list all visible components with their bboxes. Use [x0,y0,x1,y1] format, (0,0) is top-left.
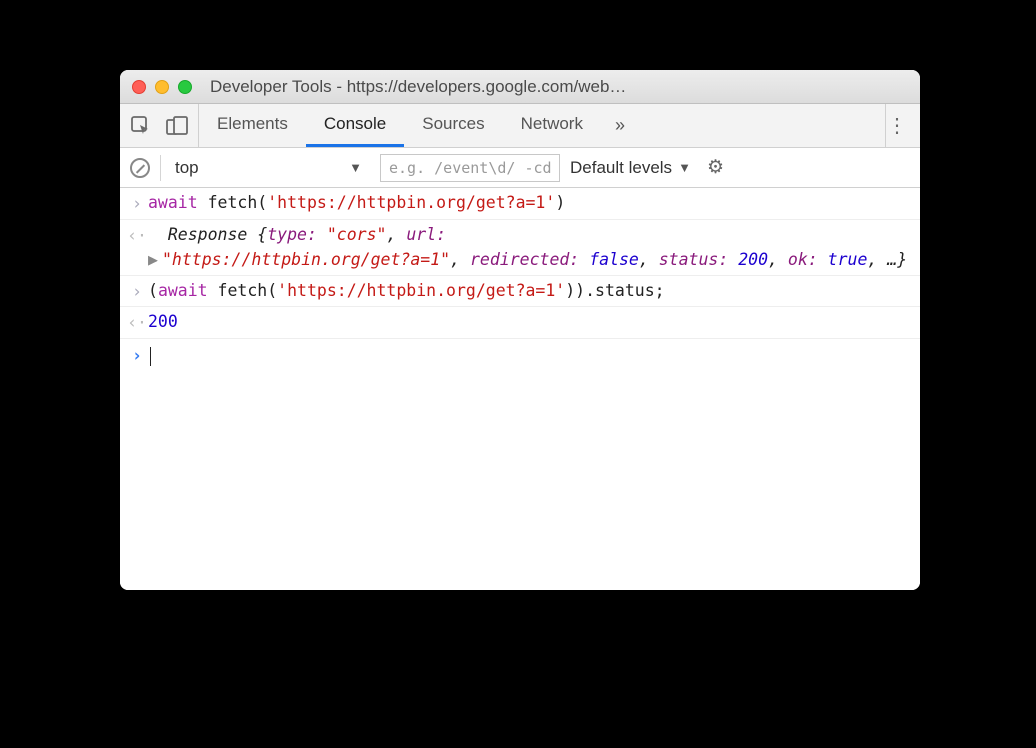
inspect-tools [120,104,199,147]
log-levels-label: Default levels [570,158,672,178]
titlebar: Developer Tools - https://developers.goo… [120,70,920,104]
more-options-icon[interactable]: ⋮ [886,116,908,136]
console-output: › await fetch('https://httpbin.org/get?a… [120,188,920,590]
device-toolbar-icon[interactable] [166,115,188,137]
input-chevron-icon: › [126,190,148,217]
settings-icon[interactable]: ⚙ [707,156,724,179]
tabbar-right: ⋮ [885,104,920,147]
chevron-down-icon: ▼ [678,160,691,175]
prompt-chevron-icon: › [126,343,148,369]
console-toolbar: top ▼ Default levels ▼ ⚙ [120,148,920,188]
execution-context-select[interactable]: top ▼ [160,155,370,181]
close-window-button[interactable] [132,80,146,94]
tab-elements[interactable]: Elements [199,104,306,147]
tab-overflow-button[interactable]: » [601,104,639,147]
tab-console[interactable]: Console [306,104,404,147]
console-prompt-input[interactable] [148,343,914,369]
console-result-object: Response {type: "cors", url:▶"https://ht… [148,222,912,273]
tab-network[interactable]: Network [503,104,601,147]
console-input-code: await fetch('https://httpbin.org/get?a=1… [148,190,912,217]
inspect-element-icon[interactable] [130,115,152,137]
panel-tabbar: Elements Console Sources Network » ⋮ [120,104,920,148]
tab-sources[interactable]: Sources [404,104,502,147]
window-controls [132,80,192,94]
output-chevron-icon: ‹· [126,309,148,336]
input-chevron-icon: › [126,278,148,305]
console-input-code: (await fetch('https://httpbin.org/get?a=… [148,278,912,305]
chevron-down-icon: ▼ [349,160,362,175]
zoom-window-button[interactable] [178,80,192,94]
console-input-row[interactable]: › await fetch('https://httpbin.org/get?a… [120,188,920,220]
devtools-window: Developer Tools - https://developers.goo… [120,70,920,590]
minimize-window-button[interactable] [155,80,169,94]
console-prompt-row[interactable]: › [120,339,920,373]
panel-tabs: Elements Console Sources Network » [199,104,639,147]
log-levels-select[interactable]: Default levels ▼ [570,158,691,178]
filter-input[interactable] [380,154,560,182]
console-result-row[interactable]: ‹· 200 [120,307,920,339]
console-input-row[interactable]: › (await fetch('https://httpbin.org/get?… [120,276,920,308]
clear-console-icon[interactable] [130,158,150,178]
execution-context-label: top [175,158,199,178]
console-result-value: 200 [148,309,912,336]
text-cursor [150,347,151,366]
output-chevron-icon: ‹· [126,222,148,273]
window-title: Developer Tools - https://developers.goo… [210,77,908,97]
expand-triangle-icon[interactable]: ▶ [148,247,162,273]
console-result-row[interactable]: ‹· Response {type: "cors", url:▶"https:/… [120,220,920,276]
